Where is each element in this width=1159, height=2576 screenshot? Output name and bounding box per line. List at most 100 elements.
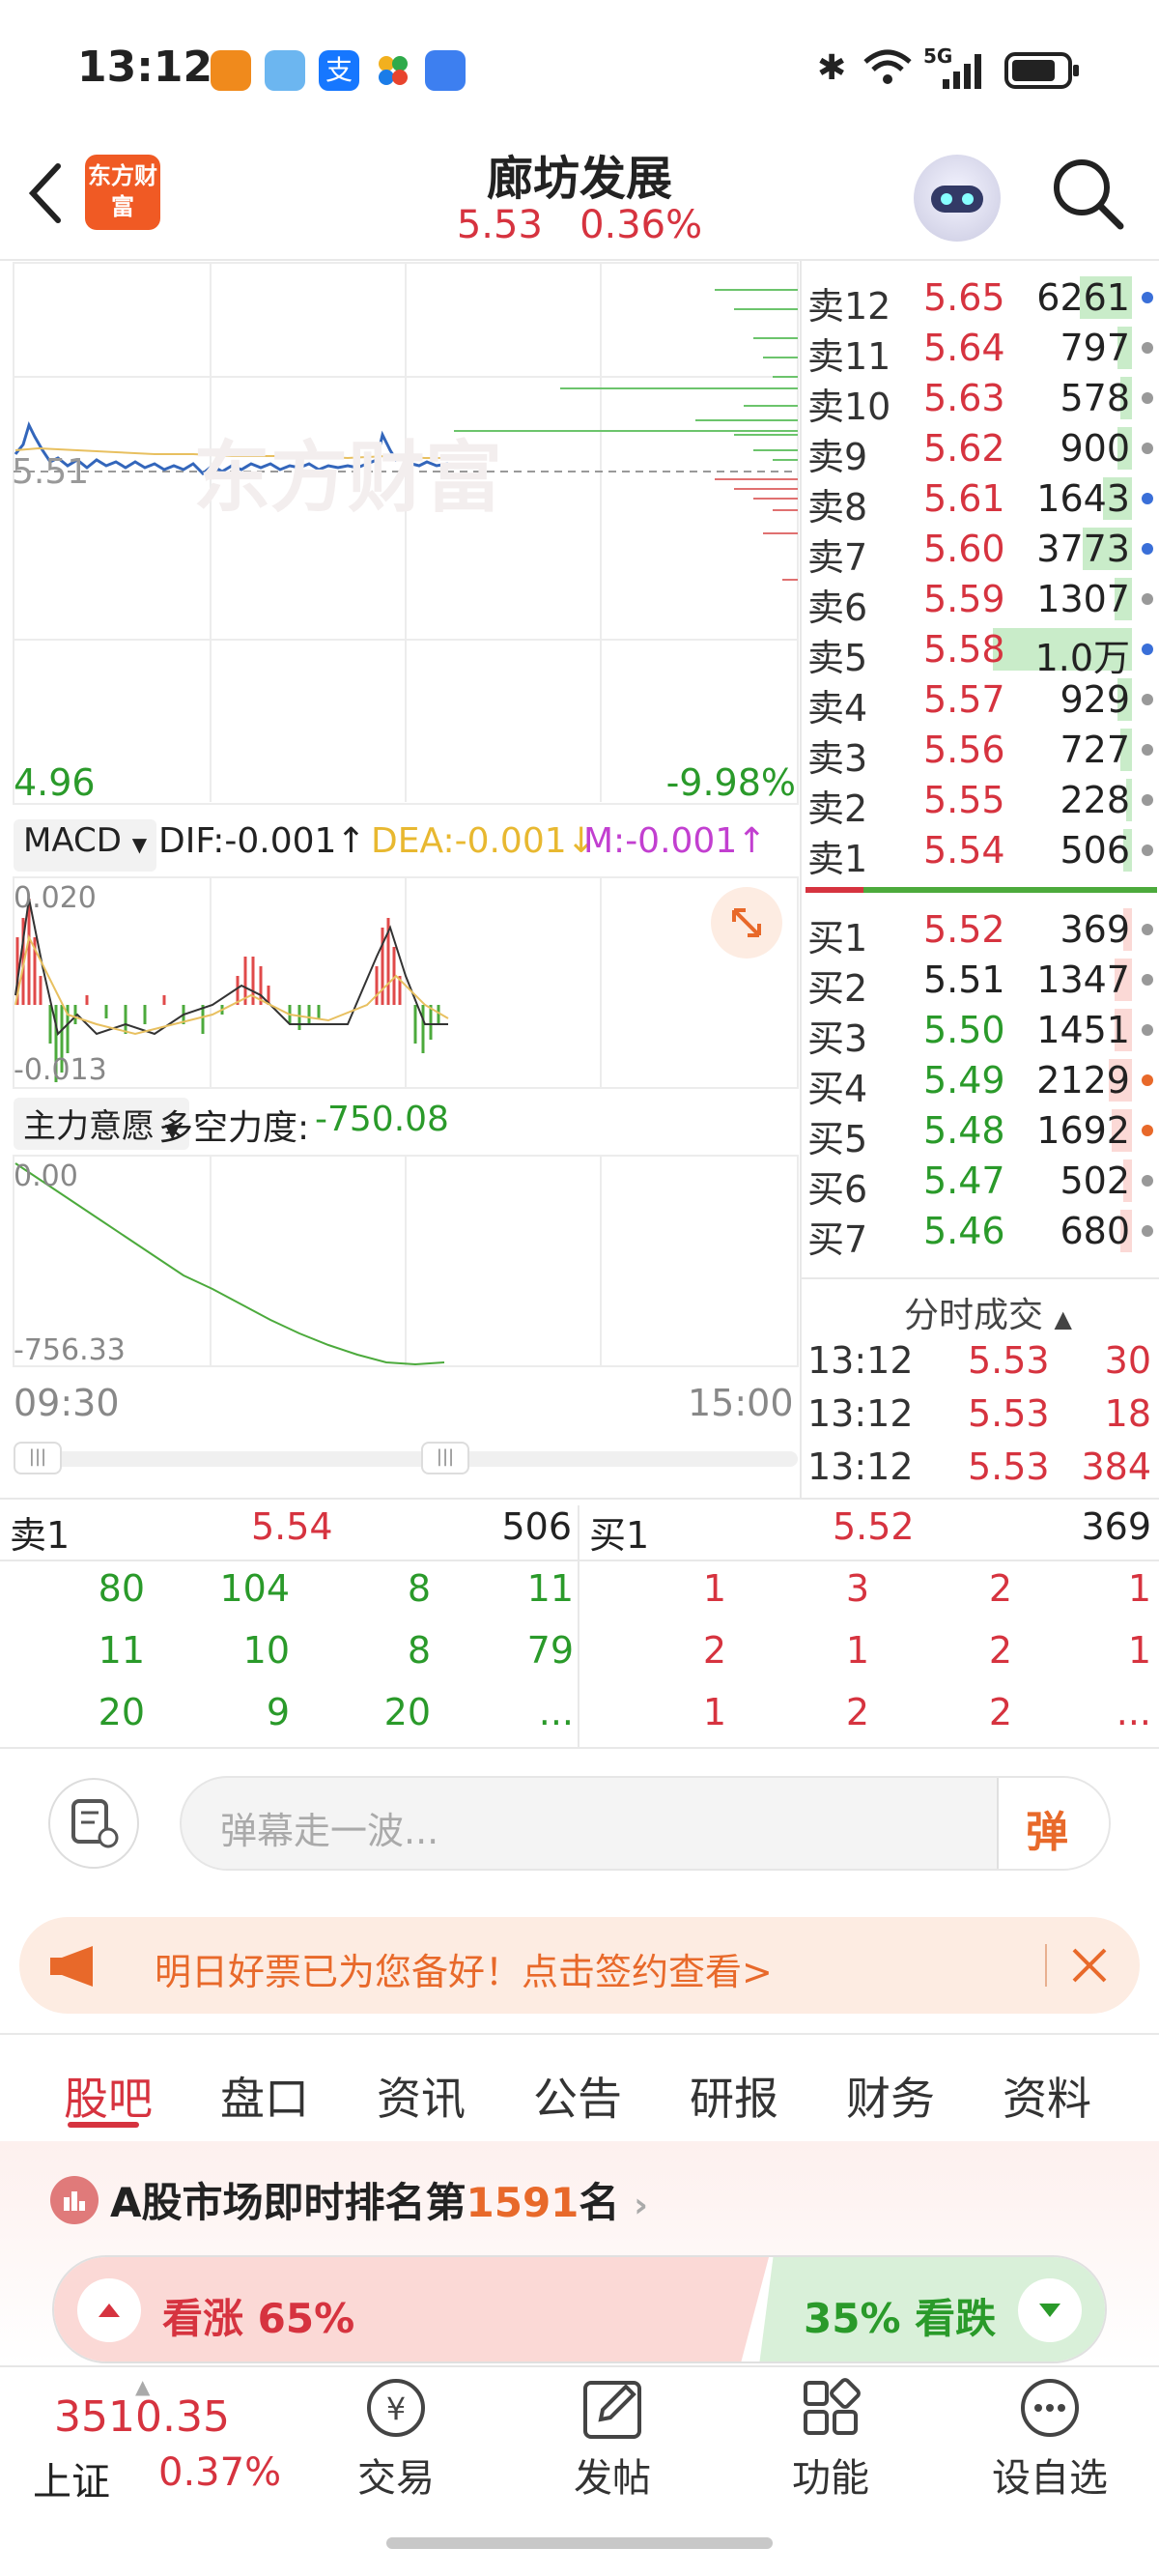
close-icon[interactable] — [1068, 1944, 1111, 1990]
bearish-button[interactable] — [1018, 2278, 1082, 2342]
order-row[interactable]: 卖5 5.58 1.0万 — [804, 624, 1159, 679]
order-dot-icon — [1142, 694, 1153, 705]
order-row[interactable]: 卖8 5.61 1643 — [804, 473, 1159, 529]
level-header-divider — [0, 1560, 1159, 1561]
nav-functions-label: 功能 — [792, 2456, 869, 2501]
tab-4[interactable]: 研报 — [690, 2064, 778, 2128]
bullish-button[interactable] — [77, 2278, 141, 2342]
tab-5[interactable]: 财务 — [846, 2064, 935, 2128]
level-bottom-divider — [0, 1747, 1159, 1749]
nav-post[interactable]: 发帖 — [564, 2373, 661, 2503]
order-volume: 1307 — [1036, 578, 1130, 620]
sell-queue-cell: 9 — [266, 1691, 290, 1733]
order-volume: 680 — [1060, 1210, 1130, 1252]
pinwheel-icon — [377, 54, 410, 87]
order-row[interactable]: 卖4 5.57 929 — [804, 674, 1159, 730]
order-volume: 1.0万 — [1034, 637, 1130, 679]
dif-label: DIF:-0.001↑ — [158, 821, 366, 861]
order-price: 5.61 — [923, 477, 1005, 520]
bullish-label: 看涨 65% — [162, 2286, 354, 2345]
danmu-toggle-button[interactable]: 弹 — [997, 1778, 1109, 1869]
robot-assistant-icon[interactable] — [914, 155, 1001, 242]
alipay-icon: 支 — [319, 50, 359, 91]
order-row[interactable]: 卖12 5.65 6261 — [804, 272, 1159, 328]
order-price: 5.57 — [923, 678, 1005, 721]
order-row[interactable]: 买7 5.46 680 — [804, 1206, 1159, 1261]
buy-queue-cell: 2 — [845, 1691, 869, 1733]
down-label: 看跌 — [915, 2295, 997, 2342]
danmu-input[interactable]: 弹幕走一波... 弹 — [180, 1776, 1111, 1871]
order-row[interactable]: 卖3 5.56 727 — [804, 725, 1159, 780]
sell-queue-cell: 104 — [219, 1567, 290, 1610]
order-dot-icon — [1142, 644, 1153, 655]
trade-price: 5.53 — [968, 1392, 1050, 1435]
nav-trade-label: 交易 — [357, 2456, 435, 2501]
buy-queue-cell: 3 — [845, 1567, 869, 1610]
nav-watchlist[interactable]: 设自选 — [987, 2373, 1113, 2503]
megaphone-icon — [48, 1944, 102, 1992]
nav-functions[interactable]: 功能 — [782, 2373, 879, 2503]
order-row[interactable]: 卖2 5.55 228 — [804, 775, 1159, 830]
tab-3[interactable]: 公告 — [533, 2064, 622, 2128]
search-icon[interactable] — [1049, 155, 1126, 236]
order-row[interactable]: 买1 5.52 369 — [804, 904, 1159, 959]
order-row[interactable]: 买5 5.48 1692 — [804, 1105, 1159, 1160]
trade-time: 13:12 — [807, 1445, 914, 1488]
macd-selector[interactable]: MACD ▼ — [14, 819, 157, 872]
order-row[interactable]: 卖10 5.63 578 — [804, 373, 1159, 428]
trade-icon: ¥ — [367, 2379, 425, 2437]
rank-icon — [50, 2176, 99, 2224]
scroll-handle-left[interactable]: ||| — [14, 1442, 62, 1474]
index-change: 0.37% — [158, 2450, 282, 2495]
order-dot-icon — [1142, 1024, 1153, 1036]
up-pct: 65% — [257, 2295, 355, 2342]
level-sell-price: 5.54 — [251, 1505, 333, 1548]
flow-bottom-label: -756.33 — [14, 1333, 126, 1367]
order-level-label: 卖5 — [807, 637, 868, 679]
order-row[interactable]: 买2 5.51 1347 — [804, 955, 1159, 1010]
tab-0[interactable]: 股吧 — [64, 2064, 153, 2128]
order-row[interactable]: 卖1 5.54 506 — [804, 825, 1159, 880]
order-volume: 900 — [1060, 427, 1130, 470]
order-row[interactable]: 卖9 5.62 900 — [804, 423, 1159, 478]
nav-trade[interactable]: ¥ 交易 — [348, 2373, 444, 2503]
order-dot-icon — [1142, 342, 1153, 354]
order-dot-icon — [1142, 1175, 1153, 1187]
trades-title-label: 分时成交 — [904, 1296, 1044, 1335]
tab-2[interactable]: 资讯 — [377, 2064, 466, 2128]
index-value[interactable]: 3510.35 — [54, 2392, 230, 2442]
flow-top-label: 0.00 — [14, 1159, 78, 1193]
order-row[interactable]: 买6 5.47 502 — [804, 1156, 1159, 1211]
ranking-text[interactable]: A股市场即时排名第1591名 › — [110, 2170, 648, 2229]
sell-queue-cell: 20 — [98, 1691, 145, 1733]
comment-list-icon[interactable] — [48, 1778, 139, 1869]
trade-time: 13:12 — [807, 1392, 914, 1435]
more-icon — [1021, 2379, 1079, 2437]
trades-title[interactable]: 分时成交 ▲ — [904, 1287, 1072, 1337]
promo-banner[interactable]: 明日好票已为您备好！点击签约查看> — [19, 1917, 1140, 2014]
level-center-divider — [578, 1505, 580, 1747]
order-level-label: 卖6 — [807, 587, 868, 629]
order-row[interactable]: 卖7 5.60 3773 — [804, 524, 1159, 579]
order-price: 5.55 — [923, 779, 1005, 821]
expand-icon[interactable] — [711, 887, 782, 959]
order-row[interactable]: 卖11 5.64 797 — [804, 323, 1159, 378]
low-pct-label: -9.98% — [665, 761, 796, 804]
buy-queue-cell: 2 — [988, 1691, 1012, 1733]
order-volume: 727 — [1060, 729, 1130, 771]
order-level-label: 卖11 — [807, 335, 891, 378]
scroll-handle-right[interactable]: ||| — [421, 1442, 469, 1474]
order-row[interactable]: 买4 5.49 2129 — [804, 1055, 1159, 1110]
order-row[interactable]: 卖6 5.59 1307 — [804, 574, 1159, 629]
tab-6[interactable]: 资料 — [1003, 2064, 1091, 2128]
order-row[interactable]: 买3 5.50 1451 — [804, 1005, 1159, 1060]
sell-queue-cell: ... — [538, 1691, 574, 1733]
chevron-right-icon: › — [634, 2186, 648, 2225]
tab-1[interactable]: 盘口 — [220, 2064, 309, 2128]
order-level-label: 买4 — [807, 1068, 868, 1110]
order-dot-icon — [1142, 443, 1153, 454]
trade-row: 13:12 5.53 18 — [806, 1392, 1155, 1443]
low-price-label: 4.96 — [14, 761, 96, 804]
index-name: 上证 — [33, 2460, 110, 2504]
level-buy-label: 买1 — [589, 1514, 650, 1557]
